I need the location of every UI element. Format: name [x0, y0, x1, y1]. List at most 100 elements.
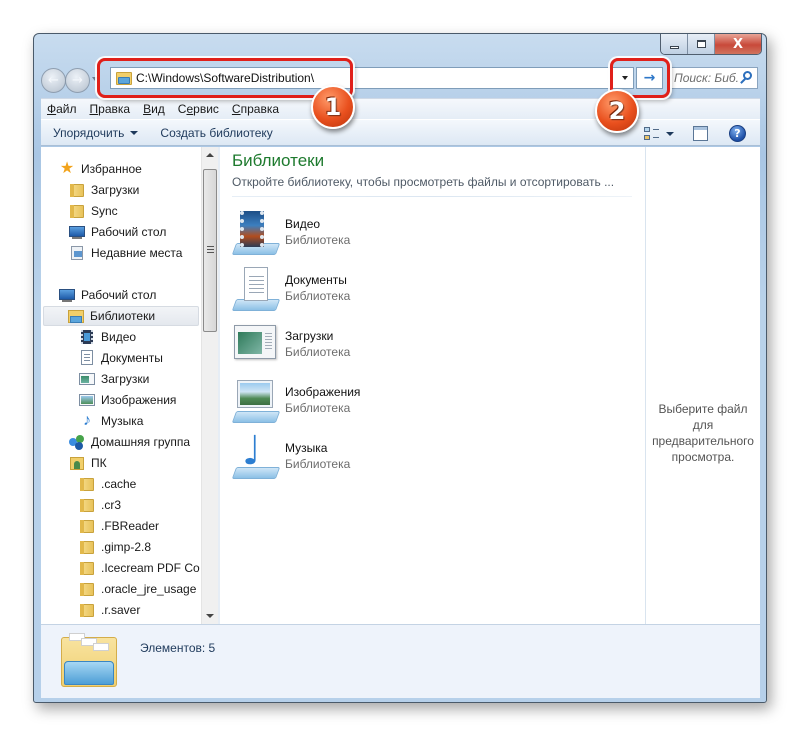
- scrollbar-thumb[interactable]: [203, 169, 217, 332]
- tree-item-favorites[interactable]: ★ Избранное: [59, 159, 142, 179]
- menu-view[interactable]: Вид: [143, 102, 165, 116]
- change-view-icon[interactable]: [644, 126, 660, 142]
- star-icon: ★: [59, 160, 75, 177]
- desktop-icon: [59, 287, 75, 303]
- help-icon[interactable]: ?: [729, 125, 746, 142]
- folder-icon: [79, 476, 95, 492]
- folder-icon: [79, 581, 95, 597]
- page-title: Библиотеки: [232, 151, 325, 170]
- tree-item-pc[interactable]: ПК: [69, 453, 107, 473]
- forward-button[interactable]: →: [65, 68, 90, 93]
- file-list-pane: Библиотеки Откройте библиотеку, чтобы пр…: [220, 147, 645, 624]
- address-input[interactable]: C:\Windows\SoftwareDistribution\: [136, 71, 314, 85]
- menu-file[interactable]: Файл: [47, 102, 77, 116]
- library-item-documents[interactable]: Документы Библиотека: [231, 265, 532, 315]
- tree-item-libraries[interactable]: Библиотеки: [43, 306, 199, 326]
- search-box[interactable]: Поиск: Биб...: [669, 67, 758, 89]
- search-icon[interactable]: [738, 70, 754, 86]
- tree-item-folder[interactable]: .Icecream PDF Co: [79, 558, 200, 578]
- pictures-library-icon: [79, 392, 95, 408]
- go-arrow-icon: →: [643, 70, 656, 86]
- folder-icon: [79, 518, 95, 534]
- pictures-library-icon: [231, 377, 281, 425]
- explorer-window: X ← → C:\Windows\SoftwareDistribution\ →…: [33, 33, 767, 703]
- maximize-button[interactable]: [688, 34, 715, 54]
- menu-tools[interactable]: Сервис: [178, 102, 219, 116]
- scroll-down-arrow-icon[interactable]: [206, 614, 214, 618]
- close-button[interactable]: X: [715, 34, 761, 54]
- address-history-dropdown[interactable]: [622, 76, 628, 80]
- search-input[interactable]: Поиск: Биб...: [674, 71, 738, 85]
- tree-item-documents[interactable]: Документы: [79, 348, 163, 368]
- documents-library-icon: [231, 265, 281, 313]
- folder-icon: [79, 539, 95, 555]
- libraries-icon: [68, 308, 84, 324]
- tree-item-folder[interactable]: .cr3: [79, 495, 121, 515]
- folder-icon: [69, 203, 85, 219]
- callout-badge-1: 1: [311, 85, 355, 129]
- tree-item-desktop-fav[interactable]: Рабочий стол: [69, 222, 166, 242]
- documents-library-icon: [79, 350, 95, 366]
- library-item-downloads[interactable]: Загрузки Библиотека: [232, 321, 532, 371]
- menu-bar: Файл Правка Вид Сервис Справка: [41, 98, 760, 119]
- video-library-icon: [79, 329, 95, 345]
- library-item-video[interactable]: Видео Библиотека: [231, 209, 532, 259]
- folder-icon: [79, 602, 95, 618]
- preview-message: Выберите файл для предварительного просм…: [652, 402, 754, 464]
- tree-item-desktop[interactable]: Рабочий стол: [59, 285, 156, 305]
- scroll-up-arrow-icon[interactable]: [206, 153, 214, 157]
- forward-arrow-icon: →: [72, 73, 83, 88]
- recent-pages-dropdown[interactable]: [92, 77, 98, 81]
- homegroup-icon: [69, 434, 85, 450]
- tree-item-folder[interactable]: .oracle_jre_usage: [79, 579, 196, 599]
- organize-button[interactable]: Упорядочить: [53, 126, 139, 140]
- address-bar[interactable]: C:\Windows\SoftwareDistribution\: [110, 67, 634, 89]
- preview-pane-toggle-icon[interactable]: [693, 126, 708, 141]
- tree-item-folder[interactable]: .gimp-2.8: [79, 537, 151, 557]
- item-count: Элементов: 5: [140, 641, 216, 655]
- details-pane: Элементов: 5: [41, 624, 760, 698]
- go-button[interactable]: →: [636, 67, 663, 89]
- nav-pane-scrollbar[interactable]: [201, 147, 218, 624]
- menu-edit[interactable]: Правка: [90, 102, 131, 116]
- tree-item-folder[interactable]: .cache: [79, 474, 136, 494]
- header-divider: [232, 196, 632, 197]
- back-button[interactable]: ←: [41, 68, 66, 93]
- maximize-icon: [696, 40, 706, 48]
- tree-item-downloads-lib[interactable]: Загрузки: [79, 369, 149, 389]
- tree-item-sync[interactable]: Sync: [69, 201, 118, 221]
- folder-icon: [79, 497, 95, 513]
- desktop-icon: [69, 224, 85, 240]
- video-library-icon: [231, 209, 281, 257]
- grip-icon: [207, 246, 214, 253]
- music-library-icon: ♩: [231, 429, 281, 481]
- view-options-dropdown[interactable]: [666, 132, 674, 136]
- library-item-music[interactable]: ♩ Музыка Библиотека: [231, 429, 532, 483]
- preview-pane: Выберите файл для предварительного просм…: [645, 147, 760, 624]
- create-library-button[interactable]: Создать библиотеку: [160, 126, 272, 140]
- page-subtitle: Откройте библиотеку, чтобы просмотреть ф…: [232, 175, 615, 189]
- tree-item-folder[interactable]: .r.saver: [79, 600, 140, 620]
- menu-help[interactable]: Справка: [232, 102, 279, 116]
- downloads-library-icon: [79, 371, 95, 387]
- libraries-large-icon: [61, 631, 119, 689]
- tree-item-folder[interactable]: .FBReader: [79, 516, 159, 536]
- back-arrow-icon: ←: [48, 73, 59, 88]
- callout-badge-2: 2: [595, 89, 639, 133]
- caption-buttons: X: [660, 34, 762, 55]
- tree-item-downloads[interactable]: Загрузки: [69, 180, 139, 200]
- folder-icon: [79, 560, 95, 576]
- close-icon: X: [732, 36, 744, 52]
- tree-item-recent-places[interactable]: Недавние места: [69, 243, 182, 263]
- tree-item-pictures[interactable]: Изображения: [79, 390, 176, 410]
- tree-item-music[interactable]: ♪ Музыка: [79, 411, 143, 431]
- minimize-button[interactable]: [661, 34, 688, 54]
- chevron-down-icon: [130, 130, 139, 135]
- library-item-pictures[interactable]: Изображения Библиотека: [231, 377, 532, 427]
- navigation-bar: ← → C:\Windows\SoftwareDistribution\ → П…: [41, 65, 760, 95]
- tree-item-video[interactable]: Видео: [79, 327, 136, 347]
- library-header: Библиотеки Откройте библиотеку, чтобы пр…: [232, 151, 632, 189]
- computer-icon: [69, 455, 85, 471]
- downloads-folder-icon: [69, 182, 85, 198]
- tree-item-homegroup[interactable]: Домашняя группа: [69, 432, 190, 452]
